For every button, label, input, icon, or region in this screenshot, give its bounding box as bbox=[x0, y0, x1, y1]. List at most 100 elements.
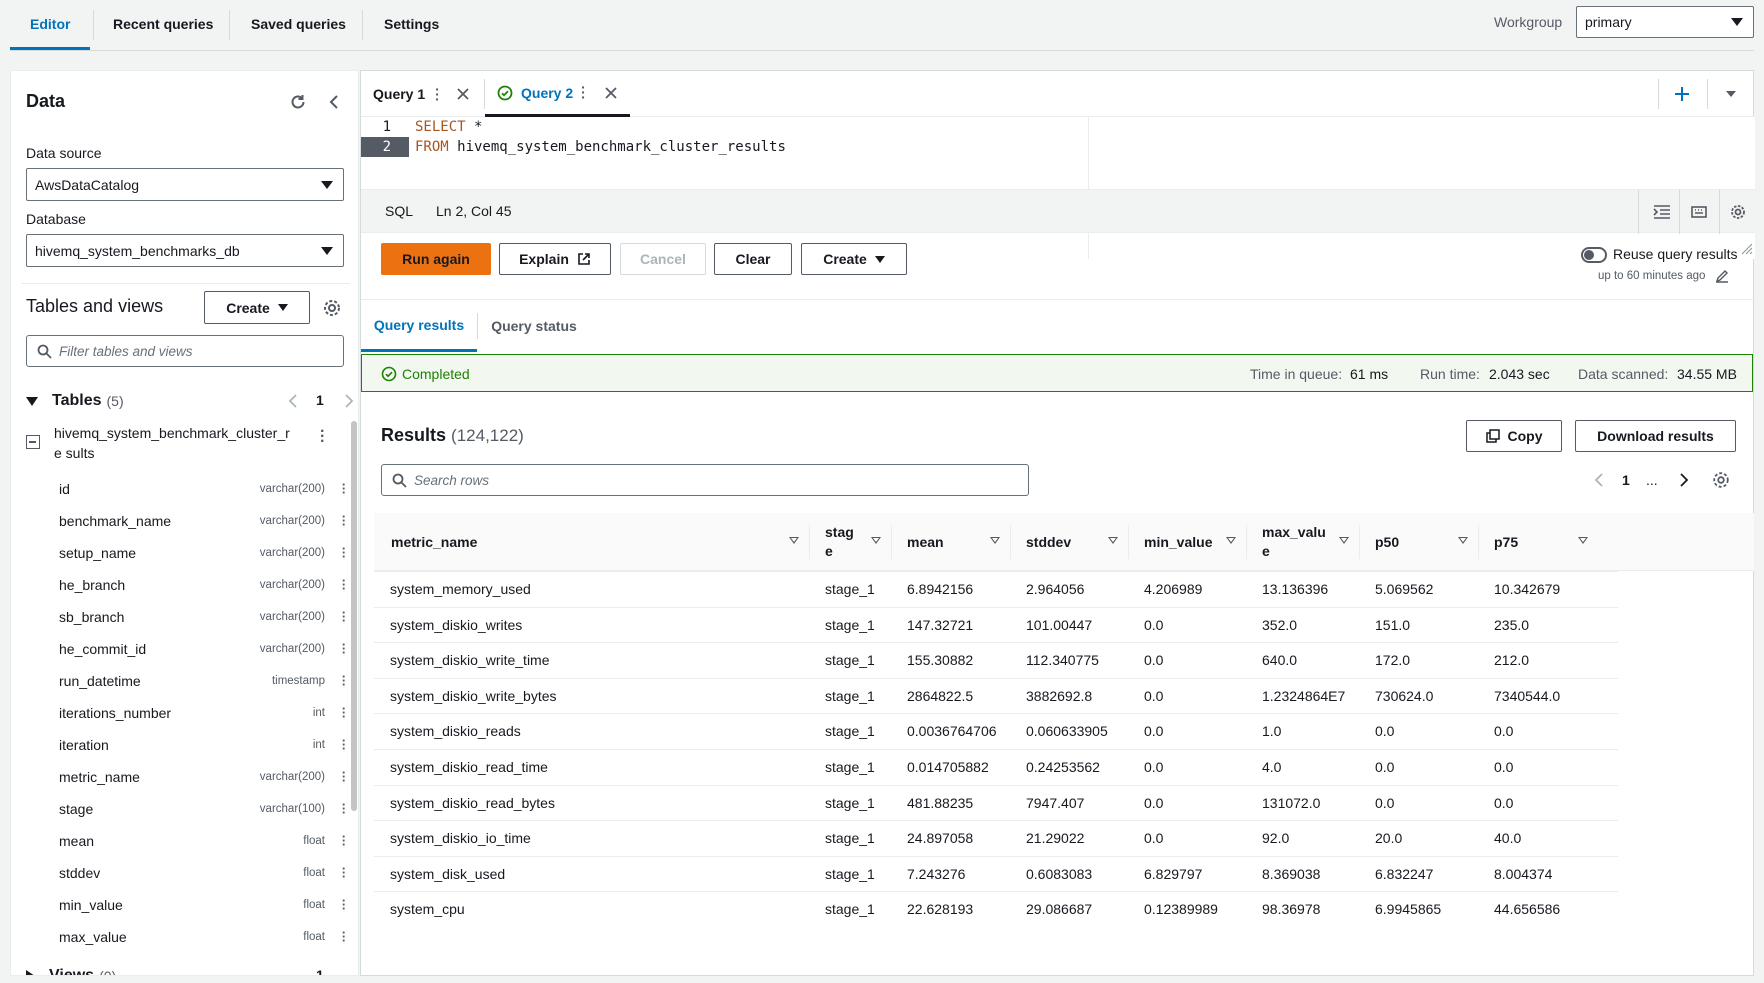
tab-query-results[interactable]: Query results bbox=[361, 300, 477, 352]
gear-icon[interactable] bbox=[1730, 204, 1746, 220]
table-column-item[interactable]: iteration int · · · bbox=[59, 729, 349, 761]
explain-button[interactable]: Explain bbox=[499, 243, 611, 275]
more-options-icon[interactable]: · · · bbox=[339, 734, 349, 755]
more-options-icon[interactable]: · · · bbox=[339, 830, 349, 851]
more-options-icon[interactable]: · · · bbox=[339, 766, 349, 787]
more-options-icon[interactable]: · · · bbox=[339, 542, 349, 563]
sql-editor[interactable]: 1 2 SELECT * FROM hivemq_system_benchmar… bbox=[361, 117, 1755, 259]
table-column-item[interactable]: sb_branch varchar(200) · · · bbox=[59, 601, 349, 633]
views-page-number[interactable]: 1 bbox=[316, 967, 324, 975]
more-options-icon[interactable]: · · · bbox=[339, 478, 349, 499]
query-tab-2[interactable]: Query 2 · · · bbox=[485, 71, 630, 117]
clear-button[interactable]: Clear bbox=[714, 243, 792, 275]
chevron-left-icon[interactable] bbox=[1594, 472, 1604, 488]
table-column-item[interactable]: iterations_number int · · · bbox=[59, 697, 349, 729]
search-rows-input[interactable]: Search rows bbox=[381, 464, 1029, 496]
column-header[interactable]: stddev bbox=[1010, 513, 1128, 571]
copy-button[interactable]: Copy bbox=[1466, 420, 1562, 452]
collapse-table-icon[interactable] bbox=[26, 435, 40, 449]
close-icon[interactable] bbox=[456, 87, 470, 101]
column-divider[interactable] bbox=[1246, 525, 1247, 559]
table-name[interactable]: hivemq_system_benchmark_cluster_re sults bbox=[54, 423, 294, 463]
sort-icon[interactable] bbox=[990, 537, 1000, 544]
format-query-icon[interactable] bbox=[1653, 204, 1671, 220]
column-divider[interactable] bbox=[1128, 525, 1129, 559]
table-actions-icon[interactable]: · · · bbox=[320, 424, 325, 450]
close-icon[interactable] bbox=[604, 86, 618, 100]
query-tab-1[interactable]: Query 1 · · · bbox=[373, 71, 470, 117]
column-header[interactable]: p75 bbox=[1478, 513, 1598, 571]
table-row[interactable]: system_memory_used stage_1 6.8942156 2.9640… bbox=[374, 571, 1618, 607]
more-options-icon[interactable]: · · · bbox=[435, 82, 440, 106]
column-divider[interactable] bbox=[1359, 525, 1360, 559]
table-row[interactable]: system_cpu stage_1 22.628193 29.086687 0.123… bbox=[374, 891, 1618, 927]
filter-tables-input[interactable]: Filter tables and views bbox=[26, 335, 344, 367]
cancel-button[interactable]: Cancel bbox=[620, 243, 706, 275]
more-options-icon[interactable]: · · · bbox=[339, 638, 349, 659]
sort-icon[interactable] bbox=[1108, 537, 1118, 544]
table-row[interactable]: system_diskio_write_time stage_1 155.30882… bbox=[374, 642, 1618, 678]
add-query-icon[interactable] bbox=[1673, 85, 1691, 103]
more-options-icon[interactable]: · · · bbox=[339, 894, 349, 915]
table-row[interactable]: system_diskio_read_bytes stage_1 481.88235… bbox=[374, 784, 1618, 821]
chevron-down-icon[interactable] bbox=[1725, 89, 1737, 99]
table-column-item[interactable]: max_value float · · · bbox=[59, 921, 349, 953]
more-options-icon[interactable]: · · · bbox=[339, 670, 349, 691]
column-header[interactable]: stag e bbox=[809, 513, 891, 571]
more-options-icon[interactable]: · · · bbox=[339, 510, 349, 531]
workgroup-select[interactable]: primary bbox=[1576, 6, 1754, 38]
column-divider[interactable] bbox=[1478, 525, 1479, 559]
table-row[interactable]: system_disk_used stage_1 7.243276 0.6083083… bbox=[374, 855, 1618, 892]
more-options-icon[interactable]: · · · bbox=[339, 574, 349, 595]
database-select[interactable]: hivemq_system_benchmarks_db bbox=[26, 234, 344, 267]
download-results-button[interactable]: Download results bbox=[1575, 420, 1736, 452]
tab-query-status[interactable]: Query status bbox=[478, 300, 590, 352]
table-row[interactable]: system_diskio_io_time stage_1 24.897058 21.… bbox=[374, 820, 1618, 856]
column-header[interactable]: p50 bbox=[1359, 513, 1478, 571]
tab-editor[interactable]: Editor bbox=[10, 0, 91, 50]
sort-icon[interactable] bbox=[1339, 537, 1349, 544]
sort-icon[interactable] bbox=[871, 537, 881, 544]
table-row[interactable]: system_diskio_write_bytes stage_1 2864822.… bbox=[374, 677, 1618, 714]
run-again-button[interactable]: Run again bbox=[381, 243, 491, 275]
column-header[interactable]: min_value bbox=[1128, 513, 1246, 571]
create-table-button[interactable]: Create bbox=[204, 291, 310, 324]
column-header[interactable]: max_valu e bbox=[1246, 513, 1359, 571]
tab-saved-queries[interactable]: Saved queries bbox=[231, 0, 366, 50]
more-options-icon[interactable]: · · · bbox=[339, 702, 349, 723]
table-column-item[interactable]: he_commit_id varchar(200) · · · bbox=[59, 633, 349, 665]
tab-recent-queries[interactable]: Recent queries bbox=[93, 0, 233, 50]
column-header[interactable]: metric_name bbox=[374, 513, 809, 571]
more-options-icon[interactable]: · · · bbox=[339, 862, 349, 883]
refresh-icon[interactable] bbox=[289, 93, 307, 111]
gear-icon[interactable] bbox=[323, 299, 341, 317]
table-column-item[interactable]: run_datetime timestamp · · · bbox=[59, 665, 349, 697]
table-column-item[interactable]: metric_name varchar(200) · · · bbox=[59, 761, 349, 793]
gear-icon[interactable] bbox=[1712, 471, 1730, 489]
scrollbar[interactable] bbox=[351, 421, 357, 811]
more-options-icon[interactable]: · · · bbox=[581, 80, 586, 104]
views-section-header[interactable]: Views (0) 1 bbox=[26, 964, 346, 975]
sort-icon[interactable] bbox=[1458, 537, 1468, 544]
table-column-item[interactable]: stddev float · · · bbox=[59, 857, 349, 889]
table-column-item[interactable]: min_value float · · · bbox=[59, 889, 349, 921]
tab-settings[interactable]: Settings bbox=[364, 0, 459, 50]
table-column-item[interactable]: setup_name varchar(200) · · · bbox=[59, 537, 349, 569]
collapse-panel-icon[interactable] bbox=[327, 94, 341, 110]
sort-icon[interactable] bbox=[1226, 537, 1236, 544]
chevron-left-icon[interactable] bbox=[288, 393, 298, 409]
reuse-results-toggle[interactable] bbox=[1581, 247, 1607, 263]
create-button[interactable]: Create bbox=[801, 243, 907, 275]
table-row[interactable]: system_diskio_read_time stage_1 0.01470588… bbox=[374, 749, 1618, 785]
table-column-item[interactable]: benchmark_name varchar(200) · · · bbox=[59, 505, 349, 537]
chevron-right-icon[interactable] bbox=[344, 393, 354, 409]
table-column-item[interactable]: stage varchar(100) · · · bbox=[59, 793, 349, 825]
column-divider[interactable] bbox=[809, 525, 810, 559]
sort-icon[interactable] bbox=[1578, 537, 1588, 544]
sort-icon[interactable] bbox=[789, 537, 799, 544]
column-divider[interactable] bbox=[1010, 525, 1011, 559]
table-row[interactable]: system_diskio_reads stage_1 0.0036764706 0.… bbox=[374, 713, 1618, 749]
table-row[interactable]: system_diskio_writes stage_1 147.32721 101.… bbox=[374, 606, 1618, 643]
more-options-icon[interactable]: · · · bbox=[339, 798, 349, 819]
table-column-item[interactable]: he_branch varchar(200) · · · bbox=[59, 569, 349, 601]
